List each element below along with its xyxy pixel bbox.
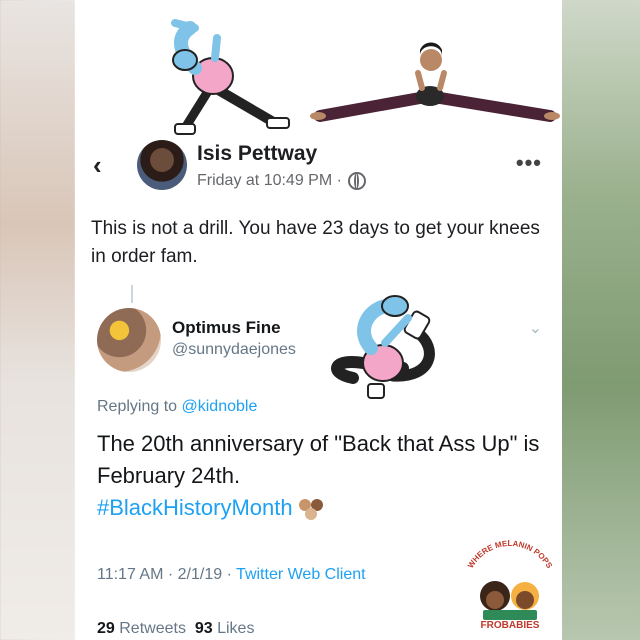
twitter-handle[interactable]: @sunnydaejones [172, 341, 296, 359]
likes-count[interactable]: 93 [195, 620, 213, 637]
cartoon-stretch-figure [171, 19, 290, 135]
chevron-down-icon[interactable]: ⌄ [529, 318, 542, 338]
facebook-avatar[interactable] [137, 140, 187, 190]
globe-icon [347, 172, 366, 190]
tweet-meta: 11:17 AM · 2/1/19 · Twitter Web Client [97, 566, 366, 584]
left-blur-border [0, 0, 75, 640]
more-dots-icon[interactable]: ••• [516, 150, 542, 176]
right-blur-border [562, 0, 640, 640]
thread-connector [131, 285, 133, 303]
tweet-text: The 20th anniversary of "Back that Ass U… [97, 428, 547, 524]
tweet-body: The 20th anniversary of "Back that Ass U… [97, 431, 540, 488]
woman-splits-photo [310, 42, 560, 122]
tweet-client-link[interactable]: Twitter Web Client [236, 566, 366, 583]
svg-text:FROBABIES: FROBABIES [481, 620, 540, 631]
twitter-avatar[interactable] [97, 308, 161, 372]
replying-label: Replying to [97, 398, 178, 415]
replying-handle-link[interactable]: @kidnoble [182, 398, 258, 415]
facebook-post-text: This is not a drill. You have 23 days to… [91, 218, 540, 267]
retweets-label[interactable]: Retweets [119, 620, 186, 637]
frobabies-logo: WHERE MELANIN POPS FROBABIES [466, 539, 554, 631]
likes-label[interactable]: Likes [217, 620, 254, 637]
replying-to-line: Replying to @kidnoble [97, 398, 257, 416]
twitter-display-name[interactable]: Optimus Fine [172, 318, 281, 338]
back-chevron-icon[interactable]: ‹ [93, 150, 102, 181]
hashtag-link[interactable]: #BlackHistoryMonth [97, 495, 293, 520]
cookie-emoji-icon [298, 499, 323, 521]
tweet-stats: 29 Retweets 93 Likes [97, 620, 254, 638]
cartoon-yoga-figure [331, 295, 435, 399]
facebook-author-name[interactable]: Isis Pettway [197, 142, 317, 166]
facebook-post-meta: Friday at 10:49 PM · [197, 172, 366, 190]
svg-text:WHERE MELANIN POPS: WHERE MELANIN POPS [466, 539, 554, 570]
retweets-count[interactable]: 29 [97, 620, 115, 637]
facebook-timestamp[interactable]: Friday at 10:49 PM · [197, 172, 342, 190]
tweet-timestamp[interactable]: 11:17 AM · 2/1/19 · [97, 566, 232, 583]
